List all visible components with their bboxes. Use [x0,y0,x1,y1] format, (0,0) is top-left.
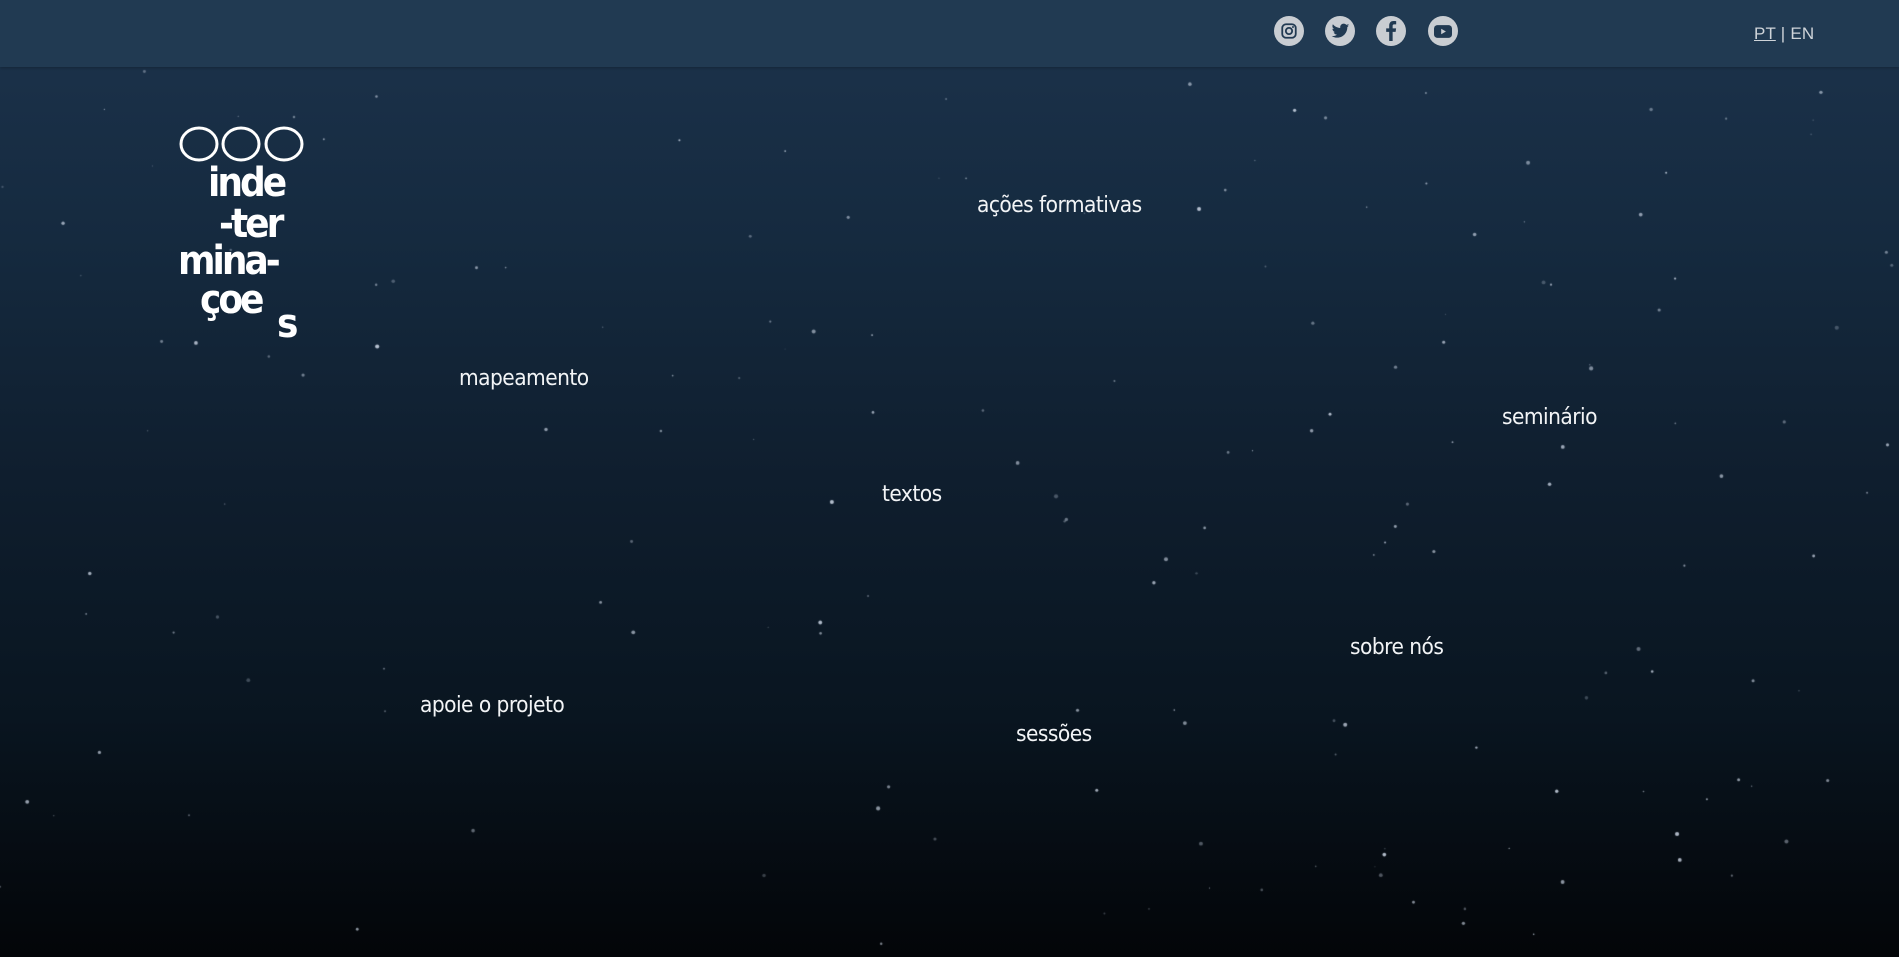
logo-line-5: s [277,301,298,339]
instagram-icon[interactable] [1274,16,1304,46]
lang-pt-link[interactable]: PT [1754,24,1776,43]
nav-textos[interactable]: textos [882,482,942,507]
nav-sobre-nos[interactable]: sobre nós [1350,635,1444,660]
lang-separator: | [1780,24,1786,43]
logo-mark: inde -ter mina- çoe s [178,126,304,339]
language-switcher: PT | EN [1754,24,1814,44]
youtube-icon[interactable] [1428,16,1458,46]
facebook-icon[interactable] [1376,16,1406,46]
lang-en-link[interactable]: EN [1790,24,1814,43]
nav-mapeamento[interactable]: mapeamento [459,366,589,391]
twitter-icon[interactable] [1325,16,1355,46]
nav-seminario[interactable]: seminário [1502,405,1597,430]
nav-sessoes[interactable]: sessões [1016,722,1092,747]
logo-line-4: çoe [200,277,263,323]
nav-acoes-formativas[interactable]: ações formativas [977,193,1142,218]
top-bar: PT | EN [0,0,1899,67]
logo-line-1: inde [208,160,286,206]
nav-apoie-o-projeto[interactable]: apoie o projeto [420,693,565,718]
